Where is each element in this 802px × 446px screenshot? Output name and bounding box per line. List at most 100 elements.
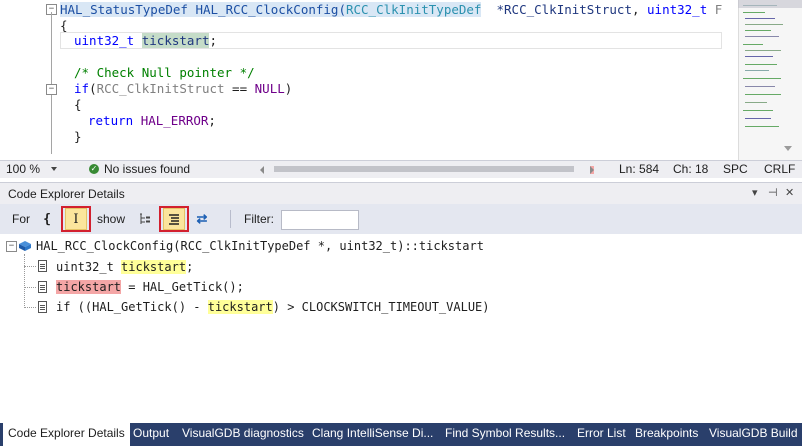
line-ending[interactable]: CRLF bbox=[764, 161, 795, 178]
tree-view-button[interactable] bbox=[134, 208, 156, 230]
reference-symbol: tickstart bbox=[121, 260, 187, 274]
reference-suffix: ) > CLOCKSWITCH_TIMEOUT_VALUE) bbox=[272, 300, 490, 314]
column-number[interactable]: Ch: 18 bbox=[673, 161, 708, 178]
scrollbar-thumb[interactable] bbox=[274, 166, 574, 172]
horizontal-scrollbar[interactable] bbox=[260, 163, 600, 175]
semicolon: ; bbox=[209, 33, 218, 48]
show-label: show bbox=[97, 212, 126, 226]
separator: , bbox=[631, 2, 648, 17]
variable-cube-icon bbox=[19, 241, 31, 251]
code-line-6: if(RCC_ClkInitStruct == NULL) bbox=[74, 81, 292, 97]
tab-clang-intellisense[interactable]: Clang IntelliSense Di... bbox=[307, 423, 438, 444]
semicolon: ; bbox=[208, 113, 216, 128]
code-comment: /* Check Null pointer */ bbox=[74, 65, 255, 80]
tab-visualgdb-build[interactable]: VisualGDB Build bbox=[704, 423, 802, 444]
hal-error: HAL_ERROR bbox=[140, 113, 209, 128]
tool-window-title-bar[interactable]: Code Explorer Details ▾ ⊣ ✕ bbox=[0, 182, 802, 205]
bottom-tab-bar: Code Explorer Details Output VisualGDB d… bbox=[0, 423, 802, 446]
tree-connector bbox=[24, 287, 36, 288]
variable-tickstart[interactable]: tickstart bbox=[141, 33, 210, 48]
scope-brace-button[interactable]: { bbox=[36, 208, 58, 230]
param-ref: RCC_ClkInitStruct bbox=[96, 81, 225, 96]
reference-prefix: uint32_t bbox=[56, 260, 122, 274]
tab-code-explorer-details[interactable]: Code Explorer Details bbox=[3, 423, 130, 446]
dropdown-icon[interactable]: ▾ bbox=[752, 186, 758, 199]
code-line-8: return HAL_ERROR; bbox=[88, 113, 216, 129]
tree-root-symbol[interactable]: HAL_RCC_ClockConfig(RCC_ClkInitTypeDef *… bbox=[36, 236, 484, 256]
document-icon bbox=[38, 260, 47, 272]
collapse-icon[interactable]: − bbox=[46, 84, 57, 95]
chevron-down-icon bbox=[51, 167, 57, 171]
close-icon[interactable]: ✕ bbox=[785, 186, 794, 199]
param-name-2: FLatency bbox=[714, 2, 722, 17]
code-line-3: uint32_t tickstart; bbox=[74, 33, 217, 49]
code-explorer-toolbar: For { I show ⇄ Filter: bbox=[0, 204, 802, 234]
fold-guide bbox=[51, 12, 52, 154]
tab-visualgdb-diagnostics[interactable]: VisualGDB diagnostics bbox=[177, 423, 309, 444]
code-line-1: HAL_StatusTypeDef HAL_RCC_ClockConfig(RC… bbox=[60, 2, 722, 18]
reference-suffix: = HAL_GetTick(); bbox=[121, 280, 244, 294]
code-editor[interactable]: − − HAL_StatusTypeDef HAL_RCC_ClockConfi… bbox=[0, 0, 802, 160]
swap-arrows-icon: ⇄ bbox=[196, 211, 208, 226]
text-cursor-icon: I bbox=[73, 211, 79, 227]
sync-button[interactable]: ⇄ bbox=[191, 208, 213, 230]
function-signature: HAL_StatusTypeDef HAL_RCC_ClockConfig( bbox=[60, 2, 346, 17]
tree-item-comparison[interactable]: if ((HAL_GetTick() - tickstart) > CLOCKS… bbox=[56, 297, 490, 317]
reference-symbol: tickstart bbox=[56, 280, 122, 294]
filter-label: Filter: bbox=[244, 212, 274, 226]
reference-suffix: ; bbox=[186, 260, 194, 274]
minimap-viewport[interactable] bbox=[738, 0, 802, 8]
param-name: *RCC_ClkInitStruct bbox=[481, 2, 632, 17]
editor-status-bar: 100 % ✓ No issues found Ln: 584 Ch: 18 S… bbox=[0, 160, 802, 178]
tab-error-list[interactable]: Error List bbox=[572, 423, 631, 444]
return-keyword: return bbox=[88, 113, 134, 128]
tree-connector bbox=[24, 266, 36, 267]
zoom-dropdown[interactable]: 100 % bbox=[3, 161, 61, 177]
tree-item-declaration[interactable]: uint32_t tickstart; bbox=[56, 257, 193, 277]
type-keyword: uint32_t bbox=[74, 33, 135, 48]
editor-gutter: − − bbox=[0, 0, 58, 160]
tab-breakpoints[interactable]: Breakpoints bbox=[630, 423, 703, 444]
minimap[interactable] bbox=[738, 0, 802, 160]
for-label: For bbox=[12, 212, 30, 226]
document-icon bbox=[38, 281, 47, 293]
param-type: RCC_ClkInitTypeDef bbox=[345, 2, 482, 17]
line-number[interactable]: Ln: 584 bbox=[619, 161, 659, 178]
document-icon bbox=[38, 301, 47, 313]
if-keyword: if bbox=[74, 81, 90, 96]
code-area[interactable]: HAL_StatusTypeDef HAL_RCC_ClockConfig(RC… bbox=[60, 0, 722, 160]
zoom-level: 100 % bbox=[6, 162, 41, 176]
tree-item-assignment[interactable]: tickstart = HAL_GetTick(); bbox=[56, 277, 244, 297]
null-macro: NULL bbox=[254, 81, 285, 96]
check-circle-icon[interactable]: ✓ bbox=[89, 164, 99, 174]
code-line-2: { bbox=[60, 18, 68, 33]
code-explorer-tree[interactable]: − HAL_RCC_ClockConfig(RCC_ClkInitTypeDef… bbox=[0, 234, 802, 424]
scroll-right-icon[interactable] bbox=[590, 166, 594, 174]
tree-connector bbox=[24, 254, 26, 308]
code-line-9: } bbox=[74, 129, 82, 144]
reference-prefix: if ((HAL_GetTick() - bbox=[56, 300, 208, 314]
list-lines-icon bbox=[169, 214, 179, 225]
tab-find-symbol-results[interactable]: Find Symbol Results... bbox=[440, 423, 570, 444]
tree-view-icon bbox=[140, 213, 150, 224]
symbol-under-cursor-button[interactable]: I bbox=[65, 208, 87, 230]
param-type-2: uint32_t bbox=[647, 2, 708, 17]
toolbar-separator bbox=[230, 210, 231, 228]
issues-status[interactable]: No issues found bbox=[104, 161, 190, 178]
tree-connector bbox=[24, 307, 36, 308]
paren: ) bbox=[284, 81, 293, 96]
reference-symbol: tickstart bbox=[207, 300, 273, 314]
tab-output[interactable]: Output bbox=[128, 423, 174, 444]
brace-icon: { bbox=[43, 211, 51, 227]
references-list-button[interactable] bbox=[163, 208, 185, 230]
whitespace-mode[interactable]: SPC bbox=[723, 161, 748, 178]
collapse-icon[interactable]: − bbox=[6, 241, 17, 252]
pin-icon[interactable]: ⊣ bbox=[768, 186, 778, 199]
code-line-7: { bbox=[74, 97, 82, 112]
scroll-left-icon[interactable] bbox=[260, 166, 264, 174]
scroll-down-icon[interactable] bbox=[784, 146, 792, 151]
filter-input[interactable] bbox=[281, 210, 359, 230]
operator: == bbox=[224, 81, 255, 96]
